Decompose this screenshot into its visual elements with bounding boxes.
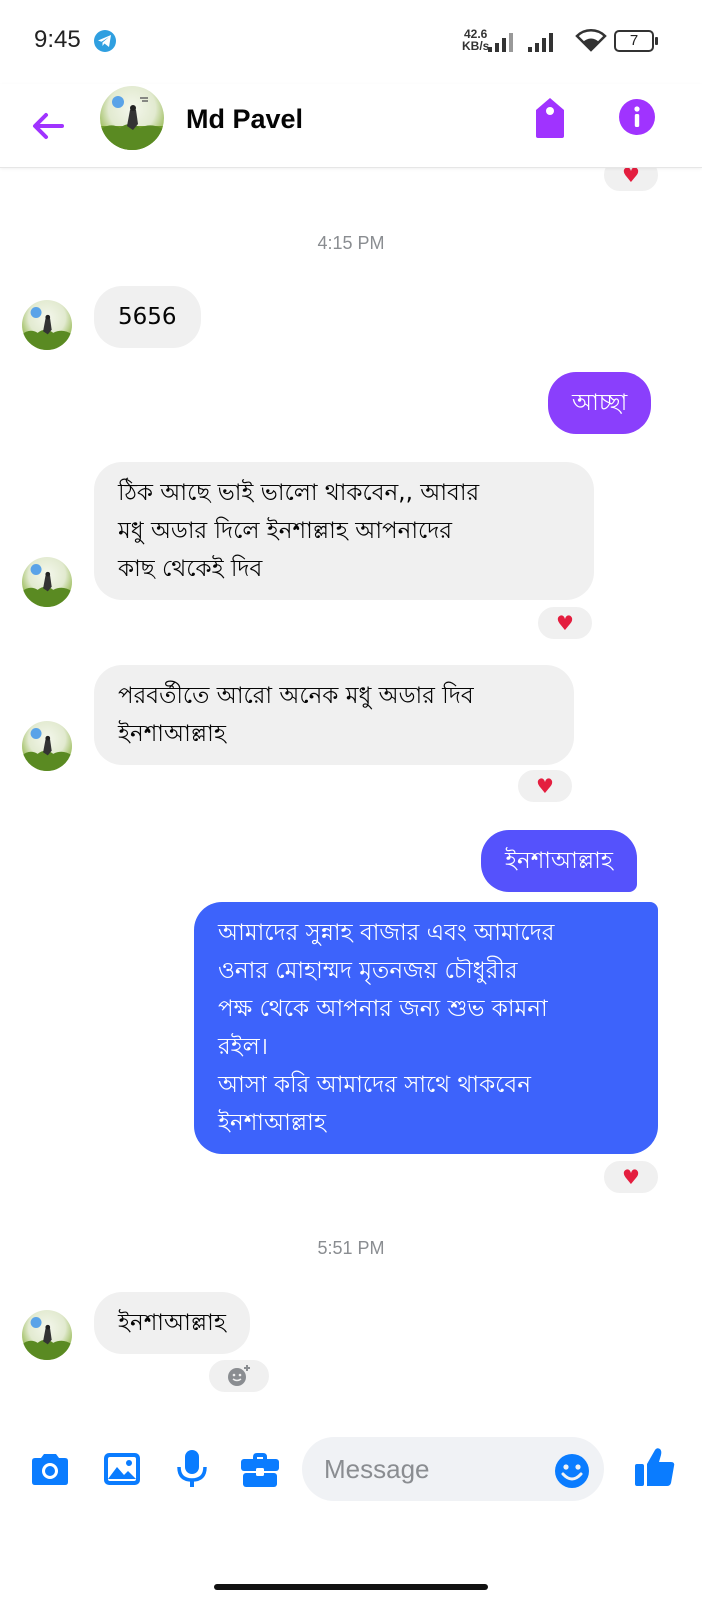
message-line: ওনার মোহাম্মদ মৃতনজয় চৌধুরীর	[218, 958, 518, 984]
sender-avatar[interactable]	[22, 557, 72, 607]
gallery-icon[interactable]	[100, 1447, 144, 1491]
contact-name[interactable]: Md Pavel	[186, 104, 303, 135]
incoming-message[interactable]: 5656	[94, 286, 201, 348]
microphone-icon[interactable]	[170, 1447, 214, 1491]
incoming-message[interactable]: ঠিক আছে ভাই ভালো থাকবেন,, আবার মধু অডার …	[94, 462, 594, 600]
emoji-icon[interactable]	[554, 1453, 590, 1489]
message-line: ইনশাআল্লাহ	[118, 721, 226, 747]
chat-header: Md Pavel	[0, 84, 702, 168]
outgoing-message[interactable]: ইনশাআল্লাহ	[481, 830, 637, 892]
add-reaction-icon	[228, 1365, 250, 1386]
back-arrow-icon[interactable]	[28, 106, 68, 146]
wifi-icon	[575, 29, 607, 52]
add-reaction-button[interactable]	[206, 1357, 272, 1395]
message-line: কাছ থেকেই দিব	[118, 556, 263, 582]
telegram-icon	[94, 30, 116, 52]
message-line: ঠিক আছে ভাই ভালো থাকবেন,, আবার	[118, 480, 480, 506]
message-composer	[0, 1425, 702, 1515]
message-line: আসা করি আমাদের সাথে থাকবেন	[218, 1072, 531, 1098]
incoming-message[interactable]: পরবর্তীতে আরো অনেক মধু অডার দিব ইনশাআল্ল…	[94, 665, 574, 765]
tag-icon[interactable]	[530, 96, 570, 140]
outgoing-message[interactable]: আচ্ছা	[548, 372, 652, 434]
network-speed-unit: KB/s	[462, 39, 490, 53]
signal-2-icon	[528, 33, 553, 52]
reaction-heart[interactable]: ♥	[515, 767, 575, 805]
sender-avatar[interactable]	[22, 721, 72, 771]
info-icon[interactable]	[618, 98, 656, 136]
briefcase-icon[interactable]	[238, 1447, 282, 1491]
outgoing-message[interactable]: আমাদের সুন্নাহ বাজার এবং আমাদের ওনার মোহ…	[194, 902, 658, 1154]
status-time: 9:45	[34, 26, 81, 53]
message-line: পক্ষ থেকে আপনার জন্য শুভ কামনা	[218, 996, 548, 1022]
message-line: রইল।	[218, 1034, 268, 1060]
timestamp: 4:15 PM	[317, 233, 385, 253]
status-bar: 9:45 42.6 KB/s 7	[0, 0, 702, 84]
message-line: আমাদের সুন্নাহ বাজার এবং আমাদের	[218, 920, 555, 946]
network-speed: 42.6 KB/s	[462, 28, 489, 52]
sender-avatar[interactable]	[22, 300, 72, 350]
message-line: ইনশাআল্লাহ	[218, 1110, 326, 1136]
contact-avatar[interactable]	[100, 86, 164, 150]
battery-icon: 7	[614, 30, 658, 52]
camera-icon[interactable]	[28, 1447, 72, 1491]
sender-avatar[interactable]	[22, 1310, 72, 1360]
message-line: মধু অডার দিলে ইনশাল্লাহ আপনাদের	[118, 518, 453, 544]
signal-1-icon	[488, 33, 513, 52]
reaction-heart[interactable]: ♥	[535, 604, 595, 642]
message-line: পরবর্তীতে আরো অনেক মধু অডার দিব	[118, 683, 474, 709]
home-indicator[interactable]	[214, 1584, 488, 1590]
incoming-message[interactable]: ইনশাআল্লাহ	[94, 1292, 250, 1354]
thumbs-up-icon[interactable]	[634, 1445, 676, 1489]
timestamp: 5:51 PM	[317, 1238, 385, 1258]
reaction-heart[interactable]: ♥	[601, 1158, 661, 1196]
